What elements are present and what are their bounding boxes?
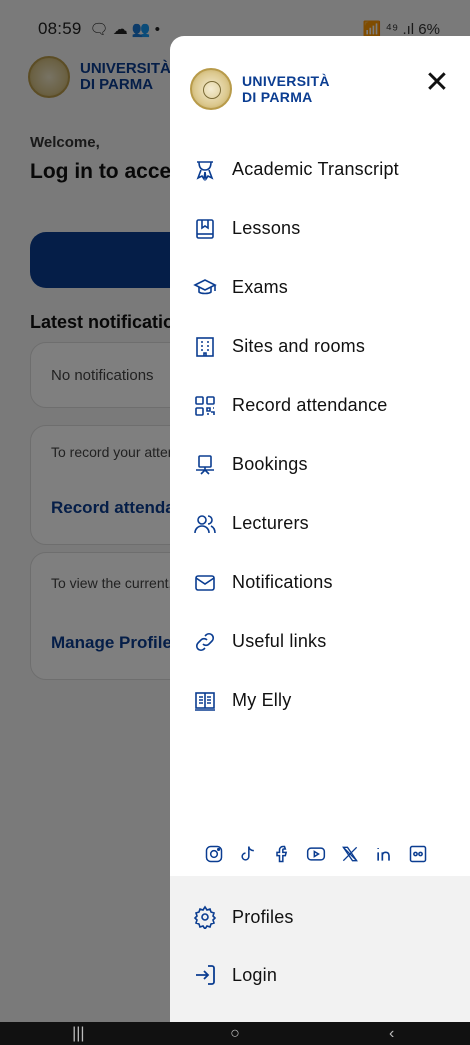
menu-item-bookings[interactable]: Bookings — [170, 435, 470, 494]
drawer-university-name: UNIVERSITÀ DI PARMA — [242, 73, 330, 105]
university-seal-icon — [190, 68, 232, 110]
menu-item-label: Exams — [232, 277, 289, 297]
menu-item-label: Useful links — [232, 631, 327, 651]
tiktok-icon[interactable] — [238, 844, 258, 864]
menu-item-label: Login — [232, 964, 278, 985]
award-icon — [192, 157, 218, 183]
link-icon — [192, 629, 218, 655]
menu-item-label: Lessons — [232, 218, 301, 238]
system-nav-bar: ||| ○ ‹ — [0, 1022, 470, 1045]
menu-item-my-elly[interactable]: My Elly — [170, 671, 470, 730]
social-links — [204, 844, 428, 864]
menu-item-label: Academic Transcript — [232, 159, 399, 179]
menu-item-notifications[interactable]: Notifications — [170, 553, 470, 612]
flickr-icon[interactable] — [408, 844, 428, 864]
youtube-icon[interactable] — [306, 844, 326, 864]
facebook-icon[interactable] — [272, 844, 292, 864]
mail-icon — [192, 570, 218, 596]
menu-item-label: Bookings — [232, 454, 308, 474]
building-icon — [192, 334, 218, 360]
recents-button[interactable]: ||| — [58, 1025, 98, 1043]
menu-item-academic-transcript[interactable]: Academic Transcript — [170, 140, 470, 199]
menu-item-label: Profiles — [232, 906, 294, 927]
home-button[interactable]: ○ — [215, 1025, 255, 1043]
menu-item-label: Notifications — [232, 572, 333, 592]
close-icon[interactable]: ✕ — [420, 66, 454, 100]
navigation-drawer: UNIVERSITÀ DI PARMA ✕ Academic Transcrip… — [170, 36, 470, 1022]
desk-bell-icon — [192, 452, 218, 478]
menu-item-exams[interactable]: Exams — [170, 258, 470, 317]
drawer-logo: UNIVERSITÀ DI PARMA — [190, 68, 330, 110]
instagram-icon[interactable] — [204, 844, 224, 864]
menu-item-record-attendance[interactable]: Record attendance — [170, 376, 470, 435]
graduation-cap-icon — [192, 275, 218, 301]
x-icon[interactable] — [340, 844, 360, 864]
menu-item-lessons[interactable]: Lessons — [170, 199, 470, 258]
menu-item-label: My Elly — [232, 690, 292, 710]
menu-item-profiles[interactable]: Profiles — [170, 888, 470, 946]
users-icon — [192, 511, 218, 537]
menu-item-label: Record attendance — [232, 395, 388, 415]
back-button[interactable]: ‹ — [372, 1025, 412, 1043]
menu-item-sites-and-rooms[interactable]: Sites and rooms — [170, 317, 470, 376]
open-book-icon — [192, 688, 218, 714]
qr-code-icon — [192, 393, 218, 419]
menu-item-lecturers[interactable]: Lecturers — [170, 494, 470, 553]
book-icon — [192, 216, 218, 242]
linkedin-icon[interactable] — [374, 844, 394, 864]
drawer-menu: Academic Transcript Lessons Exams Sites … — [170, 140, 470, 730]
gear-icon — [192, 904, 218, 930]
menu-item-label: Sites and rooms — [232, 336, 366, 356]
menu-item-label: Lecturers — [232, 513, 309, 533]
menu-item-useful-links[interactable]: Useful links — [170, 612, 470, 671]
menu-item-login[interactable]: Login — [170, 946, 470, 1004]
drawer-bottom-section: Profiles Login — [170, 876, 470, 1022]
login-icon — [192, 962, 218, 988]
